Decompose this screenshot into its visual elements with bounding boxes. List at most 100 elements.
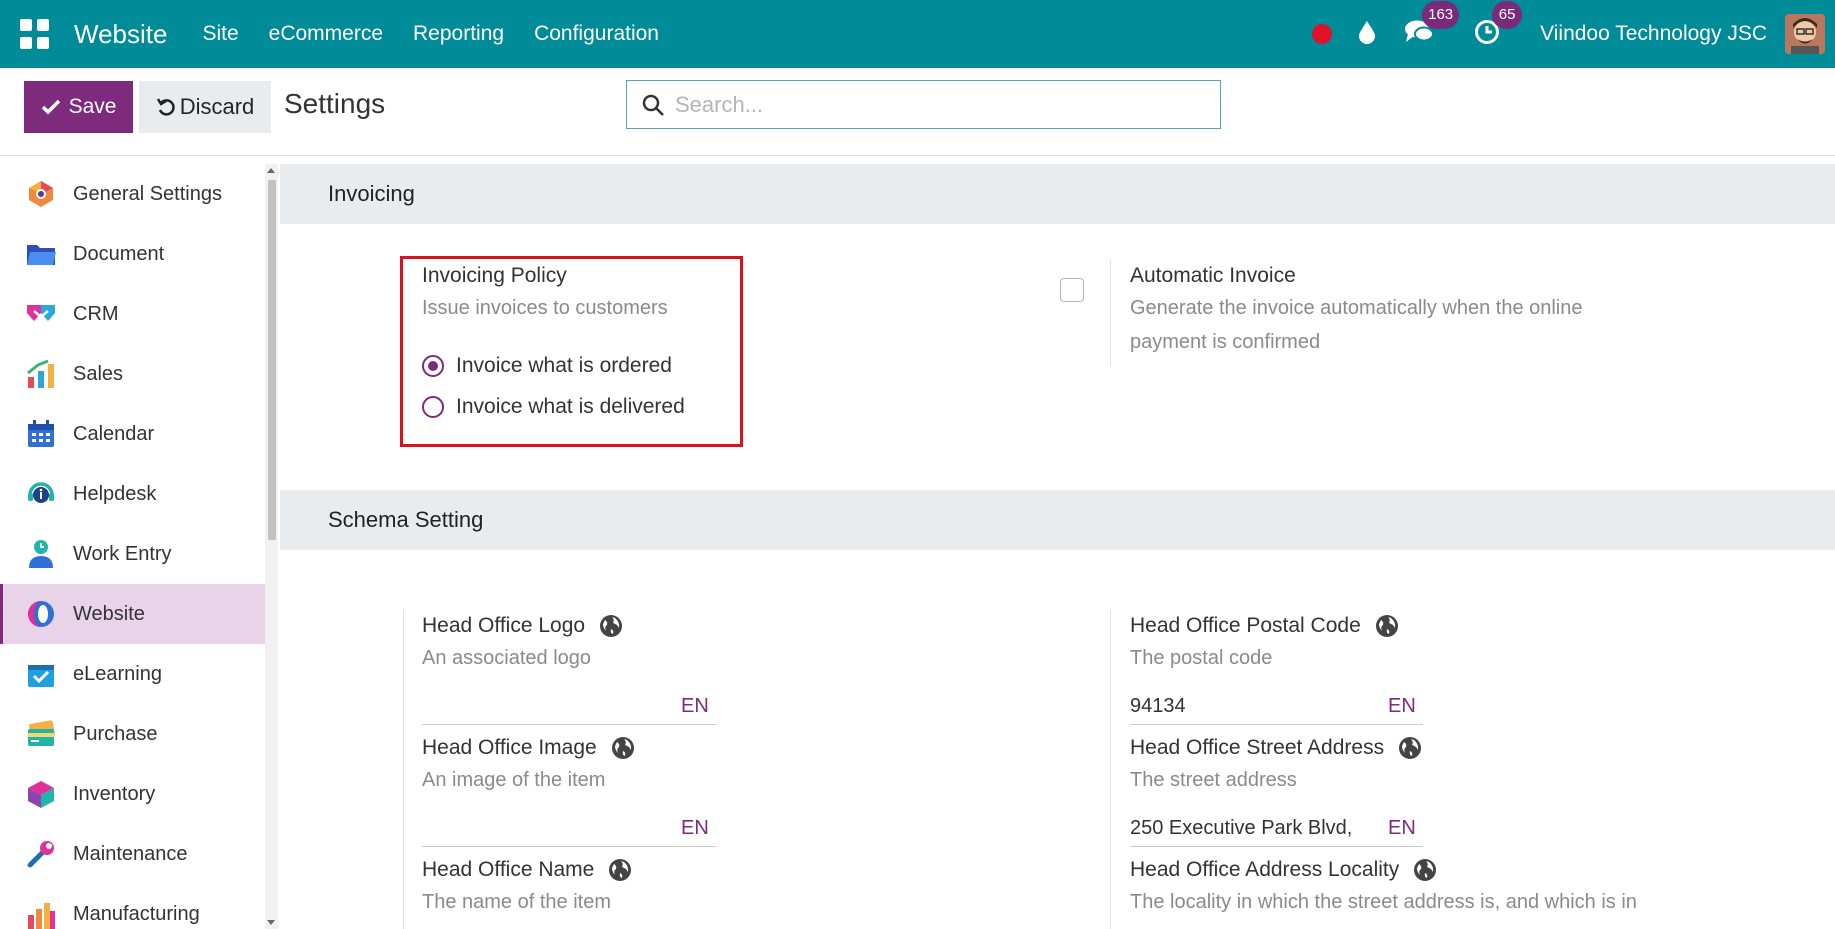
apps-menu-icon[interactable]	[20, 19, 50, 49]
folder-icon	[26, 239, 56, 269]
radio-label: Invoice what is delivered	[456, 395, 685, 418]
lang-button[interactable]: EN	[1388, 817, 1416, 840]
general-settings-icon	[26, 179, 56, 209]
sidebar-label: Inventory	[73, 782, 156, 805]
head-office-name-label: Head Office Name	[422, 858, 595, 881]
head-office-image-input[interactable]	[422, 817, 716, 847]
messages-badge: 163	[1422, 0, 1460, 29]
sidebar-item-purchase[interactable]: Purchase	[0, 704, 265, 764]
record-icon[interactable]	[1312, 24, 1333, 44]
globe-icon	[1398, 737, 1421, 760]
sidebar-item-elearning[interactable]: eLearning	[0, 644, 265, 704]
sidebar-item-website[interactable]: Website	[0, 584, 265, 644]
head-office-logo-input[interactable]	[422, 695, 716, 725]
automatic-invoice-desc: Generate the invoice automatically when …	[1130, 297, 1583, 319]
globe-icon	[1414, 859, 1437, 882]
search-input[interactable]	[675, 91, 1195, 118]
sidebar-item-helpdesk[interactable]: Helpdesk	[0, 464, 265, 524]
sidebar-item-maintenance[interactable]: Maintenance	[0, 824, 265, 884]
top-navbar: Website Site eCommerce Reporting Configu…	[0, 0, 1835, 68]
globe-icon	[1375, 615, 1398, 638]
drop-icon[interactable]	[1358, 20, 1376, 49]
head-office-street-desc: The street address	[1130, 769, 1297, 791]
sidebar-label: CRM	[73, 302, 119, 325]
discard-label: Discard	[179, 94, 255, 119]
save-label: Save	[68, 95, 117, 118]
head-office-image-desc: An image of the item	[422, 769, 606, 791]
sidebar-item-work-entry[interactable]: Work Entry	[0, 524, 265, 584]
calendar-icon	[26, 419, 56, 449]
chart-icon	[26, 359, 56, 389]
page-title: Settings	[284, 88, 386, 119]
menu-ecommerce[interactable]: eCommerce	[254, 22, 398, 46]
radio-invoice-ordered[interactable]: Invoice what is ordered	[422, 354, 672, 378]
head-office-street-title: Head Office Street Address	[1130, 736, 1422, 760]
user-avatar[interactable]	[1785, 14, 1825, 54]
automatic-invoice-desc-2: payment is confirmed	[1130, 331, 1321, 353]
globe-icon	[609, 859, 632, 882]
messages-button[interactable]: 163	[1404, 0, 1460, 50]
save-button[interactable]: Save	[24, 81, 133, 133]
sidebar-item-general-settings[interactable]: General Settings	[0, 164, 265, 224]
radio-label: Invoice what is ordered	[456, 354, 672, 377]
sidebar-scrollbar[interactable]	[265, 164, 278, 929]
sidebar-item-calendar[interactable]: Calendar	[0, 404, 265, 464]
activities-button[interactable]: 65	[1474, 0, 1523, 50]
handshake-icon	[26, 299, 56, 329]
head-office-name-desc: The name of the item	[422, 891, 611, 913]
sidebar-label: Sales	[73, 362, 124, 385]
scroll-thumb[interactable]	[268, 180, 276, 540]
headset-icon	[26, 479, 56, 509]
wrench-icon	[26, 839, 56, 869]
sidebar-item-manufacturing[interactable]: Manufacturing	[0, 884, 265, 929]
settings-sidebar: General Settings Document CRM Sales Cale…	[0, 164, 265, 929]
sidebar-item-inventory[interactable]: Inventory	[0, 764, 265, 824]
sidebar-label: Maintenance	[73, 842, 188, 865]
head-office-name-title: Head Office Name	[422, 858, 632, 882]
elearning-icon	[26, 659, 56, 689]
search-box[interactable]	[626, 80, 1221, 129]
divider	[403, 610, 404, 929]
head-office-locality-desc: The locality in which the street address…	[1130, 891, 1637, 913]
settings-content: Invoicing Invoicing Policy Issue invoice…	[280, 164, 1835, 929]
scroll-up-arrow[interactable]	[267, 168, 275, 173]
undo-icon	[156, 98, 175, 116]
street-address-value[interactable]: 250 Executive Park Blvd,	[1130, 817, 1352, 840]
sidebar-label: eLearning	[73, 662, 162, 685]
divider	[1110, 610, 1111, 929]
website-icon	[26, 599, 56, 629]
person-clock-icon	[26, 539, 56, 569]
sidebar-item-document[interactable]: Document	[0, 224, 265, 284]
postal-code-value[interactable]: 94134	[1130, 695, 1186, 718]
lang-button[interactable]: EN	[681, 817, 709, 840]
sidebar-label: Helpdesk	[73, 482, 157, 505]
head-office-locality-label: Head Office Address Locality	[1130, 858, 1400, 881]
radio-invoice-delivered[interactable]: Invoice what is delivered	[422, 395, 685, 419]
lang-button[interactable]: EN	[681, 695, 709, 718]
sidebar-item-sales[interactable]: Sales	[0, 344, 265, 404]
cube-icon	[26, 779, 56, 809]
activities-badge: 65	[1492, 0, 1523, 29]
radio-button[interactable]	[422, 355, 444, 377]
globe-icon	[599, 615, 622, 638]
sidebar-label: Manufacturing	[73, 902, 200, 925]
radio-button[interactable]	[422, 396, 444, 418]
factory-icon	[26, 899, 56, 929]
sidebar-label: Purchase	[73, 722, 158, 745]
company-switcher[interactable]: Viindoo Technology JSC	[1540, 22, 1767, 46]
head-office-street-label: Head Office Street Address	[1130, 736, 1385, 759]
sidebar-label: Document	[73, 242, 165, 265]
automatic-invoice-checkbox[interactable]	[1060, 278, 1084, 302]
sidebar-item-crm[interactable]: CRM	[0, 284, 265, 344]
check-icon	[41, 99, 60, 115]
app-name[interactable]: Website	[74, 19, 167, 50]
discard-button[interactable]: Discard	[139, 81, 271, 133]
head-office-postal-label: Head Office Postal Code	[1130, 614, 1361, 637]
invoicing-section-header: Invoicing	[280, 164, 1835, 224]
scroll-down-arrow[interactable]	[267, 920, 275, 925]
sidebar-label: Website	[73, 602, 145, 625]
menu-configuration[interactable]: Configuration	[519, 22, 674, 46]
menu-site[interactable]: Site	[187, 22, 253, 46]
lang-button[interactable]: EN	[1388, 695, 1416, 718]
menu-reporting[interactable]: Reporting	[398, 22, 519, 46]
